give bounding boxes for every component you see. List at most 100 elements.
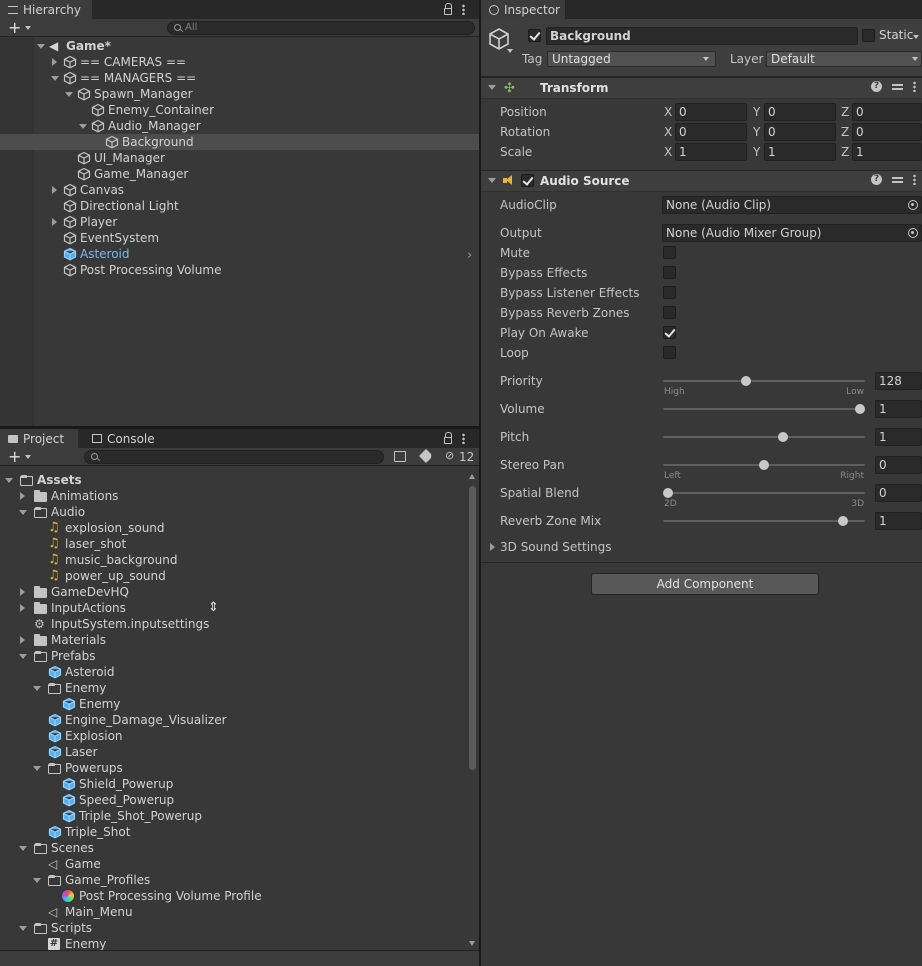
project-item-row[interactable]: InputActions [0,600,466,616]
transform-rotation-x-field[interactable]: 0 [675,123,747,141]
project-item-row[interactable]: Triple_Shot [0,824,466,840]
scroll-down-arrow-icon[interactable] [469,941,475,946]
project-item-row[interactable]: Prefabs [0,648,466,664]
hierarchy-item-row[interactable]: Player [0,214,479,230]
add-component-button[interactable]: Add Component [591,573,819,595]
horizontal-splitter[interactable] [0,426,479,429]
collapse-arrow-icon[interactable] [33,878,41,883]
slider-value-field[interactable]: 1 [875,428,922,446]
project-item-row[interactable]: Game_Profiles [0,872,466,888]
create-asset-button[interactable]: + [8,449,21,465]
collapse-arrow-icon[interactable] [51,76,59,81]
hierarchy-item-row[interactable]: Background [0,134,479,150]
hierarchy-item-row[interactable]: Post Processing Volume [0,262,479,278]
hierarchy-item-row[interactable]: == CAMERAS == [0,54,479,70]
transform-rotation-z-field[interactable]: 0 [852,123,922,141]
expand-arrow-icon[interactable] [20,604,25,612]
audio-source-header[interactable]: Audio Source ? [481,170,922,192]
scroll-up-arrow-icon[interactable] [469,474,475,479]
collapse-arrow-icon[interactable] [33,686,41,691]
project-item-row[interactable]: ♫ power_up_sound [0,568,466,584]
toggle-checkbox[interactable] [663,246,676,259]
static-checkbox[interactable] [862,29,875,42]
project-item-row[interactable]: Explosion [0,728,466,744]
tab-console[interactable]: Console [84,429,164,448]
kebab-menu-icon[interactable] [913,174,916,185]
slider-knob[interactable] [855,404,865,414]
project-scrollbar[interactable] [467,472,478,948]
gameobject-name-field[interactable]: Background [546,27,858,45]
expand-arrow-icon[interactable] [20,636,25,644]
add-object-button[interactable]: + [8,20,21,36]
project-item-row[interactable]: GameDevHQ [0,584,466,600]
foldout-arrow-icon[interactable] [490,543,495,551]
object-picker-icon[interactable] [908,228,918,238]
slider-knob[interactable] [663,488,673,498]
output-field[interactable]: None (Audio Mixer Group) [662,224,922,242]
hierarchy-item-row[interactable]: Canvas [0,182,479,198]
help-icon[interactable]: ? [871,174,882,185]
chevron-down-icon[interactable] [25,455,31,459]
project-item-row[interactable]: ♫ music_background [0,552,466,568]
slider-value-field[interactable]: 0 [875,484,922,502]
kebab-menu-icon[interactable] [462,4,465,15]
expand-arrow-icon[interactable] [52,186,57,194]
toggle-checkbox[interactable] [663,326,676,339]
collapse-arrow-icon[interactable] [19,654,27,659]
help-icon[interactable]: ? [871,81,882,92]
slider-value-field[interactable]: 0 [875,456,922,474]
toggle-checkbox[interactable] [663,286,676,299]
project-item-row[interactable]: Post Processing Volume Profile [0,888,466,904]
project-item-row[interactable]: Materials [0,632,466,648]
transform-position-y-field[interactable]: 0 [764,103,836,121]
axis-y-label[interactable]: Y [753,123,760,141]
transform-header[interactable]: ✣ Transform ? [481,77,922,99]
object-picker-icon[interactable] [908,200,918,210]
axis-y-label[interactable]: Y [753,103,760,121]
filter-by-type-icon[interactable] [394,451,406,462]
slider-track[interactable] [663,516,865,526]
transform-scale-z-field[interactable]: 1 [852,143,922,161]
gameobject-active-checkbox[interactable] [528,29,541,42]
toggle-checkbox[interactable] [663,306,676,319]
layer-dropdown[interactable]: Default [766,51,922,67]
audio-source-enabled-checkbox[interactable] [521,174,534,187]
axis-z-label[interactable]: Z [841,123,849,141]
expand-arrow-icon[interactable] [20,492,25,500]
project-item-row[interactable]: Enemy [0,696,466,712]
kebab-menu-icon[interactable] [913,81,916,92]
project-item-row[interactable]: Assets [0,472,466,488]
hidden-packages-icon[interactable]: ⊘ [445,449,454,462]
project-item-row[interactable]: Speed_Powerup [0,792,466,808]
slider-track[interactable] [663,404,865,414]
project-item-row[interactable]: Laser [0,744,466,760]
project-item-row[interactable]: Audio [0,504,466,520]
axis-y-label[interactable]: Y [753,143,760,161]
lock-icon[interactable] [444,431,452,444]
tab-inspector[interactable]: Inspector [481,0,565,19]
slider-knob[interactable] [838,516,848,526]
project-item-row[interactable]: ⚙ InputSystem.inputsettings [0,616,466,632]
hierarchy-item-row[interactable]: UI_Manager [0,150,479,166]
audioclip-field[interactable]: None (Audio Clip) [662,196,922,214]
slider-value-field[interactable]: 128 [875,372,922,390]
hierarchy-item-row[interactable]: EventSystem [0,230,479,246]
static-dropdown-caret[interactable] [913,35,919,39]
scrollbar-thumb[interactable] [469,486,476,770]
slider-track[interactable] [663,488,865,498]
foldout-arrow-icon[interactable] [488,85,496,90]
tag-icon[interactable] [418,448,434,464]
kebab-menu-icon[interactable] [462,433,465,444]
project-item-row[interactable]: Animations [0,488,466,504]
transform-position-z-field[interactable]: 0 [852,103,922,121]
toggle-checkbox[interactable] [663,266,676,279]
project-item-row[interactable]: Triple_Shot_Powerup [0,808,466,824]
project-item-row[interactable]: # Enemy [0,936,466,950]
collapse-arrow-icon[interactable] [37,44,45,49]
axis-x-label[interactable]: X [664,123,672,141]
project-item-row[interactable]: Scripts [0,920,466,936]
chevron-down-icon[interactable] [507,49,513,53]
collapse-arrow-icon[interactable] [79,124,87,129]
axis-x-label[interactable]: X [664,143,672,161]
project-item-row[interactable]: Asteroid [0,664,466,680]
